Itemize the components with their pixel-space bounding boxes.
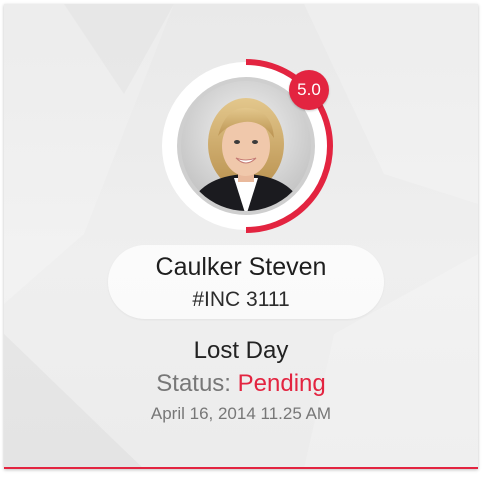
rating-badge: 5.0 [289, 70, 329, 110]
incident-type: Lost Day [193, 337, 289, 364]
status-label: Status: [156, 370, 231, 397]
status-value: Pending [237, 370, 326, 397]
status-line: Status: Pending [4, 370, 478, 398]
accent-bottom-line [4, 467, 478, 469]
incident-datetime: April 16, 2014 11.25 AM [150, 404, 332, 423]
incident-card[interactable]: 5.0 Caulker Steven #INC 3111 Lost Day St… [4, 4, 478, 469]
employee-name: Caulker Steven [155, 253, 327, 281]
incident-id: #INC 3111 [192, 288, 290, 311]
